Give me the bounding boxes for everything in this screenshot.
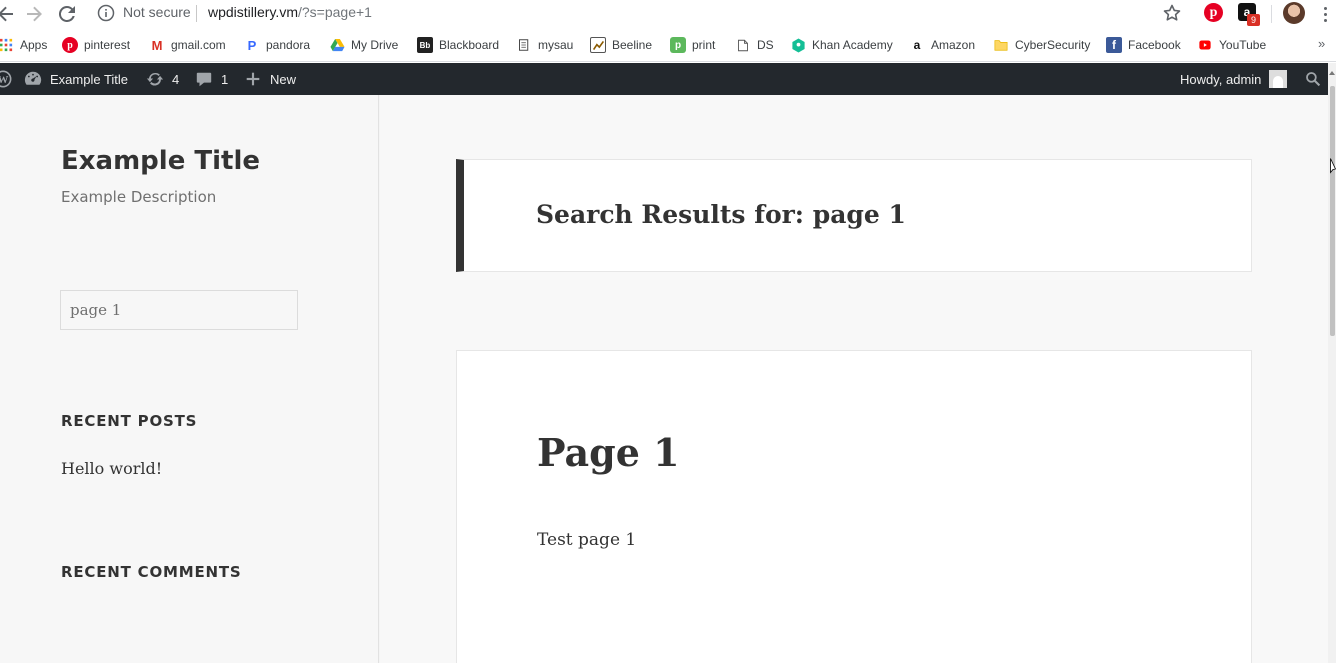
extension-badge: 9 <box>1247 14 1260 26</box>
mouse-cursor-icon <box>1330 158 1336 174</box>
bookmark-print[interactable]: p print <box>670 37 715 53</box>
bookmark-apps[interactable]: Apps <box>0 37 47 53</box>
adminbar-site-name[interactable]: Example Title <box>24 63 128 95</box>
site-title[interactable]: Example Title <box>61 146 260 176</box>
folder-icon <box>993 37 1009 53</box>
new-label: New <box>270 71 297 87</box>
updates-count: 4 <box>172 71 180 87</box>
scroll-up-arrow-icon[interactable] <box>1329 71 1335 75</box>
url-divider <box>196 5 197 22</box>
gmail-icon: M <box>151 37 163 53</box>
pinterest-icon: p <box>62 37 78 53</box>
forward-icon[interactable] <box>22 2 46 26</box>
bookmark-pandora[interactable]: P pandora <box>244 37 310 53</box>
bookmark-pinterest[interactable]: p pinterest <box>62 37 130 53</box>
bookmark-label: mysau <box>538 38 574 52</box>
url-field[interactable]: wpdistillery.vm/?s=page+1 <box>208 4 372 20</box>
apps-grid-icon <box>0 37 14 53</box>
url-path: /?s=page+1 <box>297 4 372 20</box>
wordpress-logo-icon[interactable]: W <box>0 63 12 95</box>
sidebar: Example Title Example Description page 1… <box>0 95 379 663</box>
updates-icon <box>146 72 164 86</box>
print-icon: p <box>670 37 686 53</box>
bookmark-star-icon[interactable] <box>1162 3 1182 23</box>
dashboard-icon <box>24 71 42 85</box>
khan-academy-icon <box>790 37 806 53</box>
wp-admin-bar: W Example Title 4 1 New Howdy, admin <box>0 63 1336 95</box>
adminbar-updates[interactable]: 4 <box>146 63 179 95</box>
bookmark-label: pinterest <box>84 38 131 52</box>
amazon-icon: a <box>913 38 921 52</box>
url-host: wpdistillery.vm <box>208 4 298 20</box>
page-title: Search Results for: page 1 <box>536 200 906 229</box>
bookmark-label: Amazon <box>931 38 976 52</box>
bookmark-label: YouTube <box>1219 38 1267 52</box>
howdy-label: Howdy, admin <box>1180 71 1262 87</box>
bookmark-gmail[interactable]: M gmail.com <box>149 37 226 53</box>
bookmark-label: Khan Academy <box>812 38 893 52</box>
bookmark-khan-academy[interactable]: Khan Academy <box>790 37 893 53</box>
bookmark-my-drive[interactable]: My Drive <box>329 37 398 53</box>
bookmarks-bar: Apps p pinterest M gmail.com P pandora M… <box>0 29 1336 62</box>
bookmark-label: gmail.com <box>171 38 226 52</box>
not-secure-label[interactable]: Not secure <box>123 4 191 20</box>
bookmark-label: My Drive <box>351 38 399 52</box>
facebook-icon: f <box>1106 37 1122 53</box>
bookmark-ds[interactable]: DS <box>735 37 774 53</box>
adminbar-comments[interactable]: 1 <box>195 63 228 95</box>
recent-comments-heading: RECENT COMMENTS <box>61 563 242 581</box>
bookmark-cybersecurity[interactable]: CyberSecurity <box>993 37 1090 53</box>
bookmark-facebook[interactable]: f Facebook <box>1106 37 1181 53</box>
bookmark-label: Facebook <box>1128 38 1181 52</box>
bookmark-youtube[interactable]: YouTube <box>1197 37 1266 53</box>
adminbar-new[interactable]: New <box>244 63 296 95</box>
toolbar-divider <box>1271 5 1272 23</box>
search-input[interactable]: page 1 <box>60 290 298 330</box>
scrollbar-thumb[interactable] <box>1330 86 1335 336</box>
bookmark-blackboard[interactable]: Bb Blackboard <box>417 37 499 53</box>
page-body: Example Title Example Description page 1… <box>0 95 1336 663</box>
document-icon <box>516 37 532 53</box>
bookmark-label: DS <box>757 38 774 52</box>
reload-icon[interactable] <box>55 2 79 26</box>
user-avatar-icon <box>1269 70 1288 88</box>
browser-toolbar: Not secure wpdistillery.vm/?s=page+1 p a… <box>0 0 1336 29</box>
bookmark-label: CyberSecurity <box>1015 38 1091 52</box>
site-description: Example Description <box>61 188 217 206</box>
bookmark-label: Beeline <box>612 38 653 52</box>
recent-post-link[interactable]: Hello world! <box>61 459 162 478</box>
youtube-icon <box>1197 37 1213 53</box>
bookmark-amazon[interactable]: a Amazon <box>909 37 975 53</box>
comment-icon <box>196 72 212 87</box>
adminbar-search-icon[interactable] <box>1305 63 1321 95</box>
bookmark-label: pandora <box>266 38 311 52</box>
beeline-icon <box>590 37 606 53</box>
post-title-link[interactable]: Page 1 <box>537 430 680 475</box>
main-content: Search Results for: page 1 Page 1 Test p… <box>380 95 1328 663</box>
bookmark-label: Blackboard <box>439 38 500 52</box>
bookmark-label: print <box>692 38 716 52</box>
plus-icon <box>246 72 260 86</box>
adminbar-account[interactable]: Howdy, admin <box>1180 63 1288 95</box>
chrome-menu-icon[interactable] <box>1318 4 1332 24</box>
info-icon[interactable] <box>97 4 115 22</box>
bookmark-beeline[interactable]: Beeline <box>590 37 652 53</box>
search-results-header: Search Results for: page 1 <box>456 159 1252 272</box>
pandora-icon: P <box>247 37 257 53</box>
profile-avatar[interactable] <box>1283 2 1305 24</box>
bookmark-label: Apps <box>20 38 48 52</box>
bookmark-mysau[interactable]: mysau <box>516 37 573 53</box>
comments-count: 1 <box>221 71 229 87</box>
post-excerpt: Test page 1 <box>537 530 637 550</box>
back-icon[interactable] <box>0 2 18 26</box>
pinterest-extension-icon[interactable]: p <box>1204 3 1223 22</box>
more-bookmarks-button[interactable]: » <box>1318 36 1325 51</box>
svg-text:W: W <box>0 74 9 86</box>
blackboard-icon: Bb <box>417 37 433 53</box>
recent-posts-heading: RECENT POSTS <box>61 412 198 430</box>
adminbar-site-label: Example Title <box>50 71 129 87</box>
search-result-card: Page 1 Test page 1 <box>456 350 1252 663</box>
page-icon <box>735 37 751 53</box>
google-drive-icon <box>329 37 345 53</box>
